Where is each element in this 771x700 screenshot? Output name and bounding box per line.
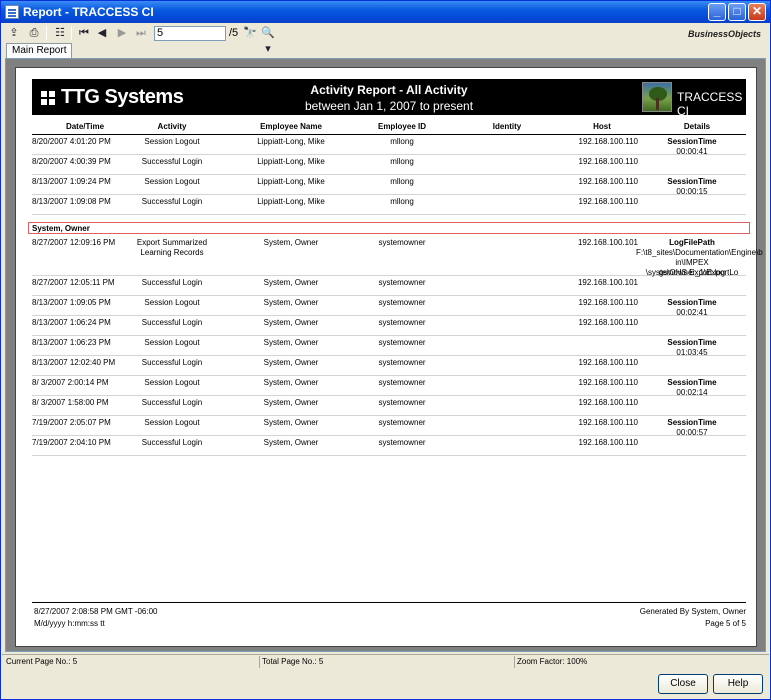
report-subtitle: between Jan 1, 2007 to present	[304, 99, 474, 113]
status-bar: Current Page No.: 5 Total Page No.: 5 Zo…	[2, 654, 769, 668]
page-number-input[interactable]: 5	[154, 26, 226, 41]
find-icon[interactable]: 🔭	[242, 25, 258, 41]
report-window: Report - TRACCESS CI _ □ ✕ ⇪ ⎙ ☷ ⏮ ◀ ▶ ⏭…	[0, 0, 771, 700]
table-row: 8/20/2007 4:01:20 PM Session Logout Lipp…	[32, 135, 746, 156]
table-row: 8/13/2007 12:02:40 PM Successful Login S…	[32, 356, 746, 376]
col-date: Date/Time	[65, 122, 105, 131]
toolbar-separator	[71, 26, 72, 40]
status-current-page: Current Page No.: 5	[6, 657, 78, 666]
status-zoom: Zoom Factor: 100%	[517, 657, 588, 666]
zoom-icon[interactable]: 🔍▾	[260, 25, 276, 55]
maximize-button[interactable]: □	[728, 3, 746, 21]
last-page-icon[interactable]: ⏭	[133, 25, 149, 41]
dialog-buttons: Close Help	[2, 669, 769, 699]
table-row: 8/20/2007 4:00:39 PM Successful Login Li…	[32, 155, 746, 175]
col-identity: Identity	[492, 122, 522, 131]
report-viewer: TTG Systems Activity Report - All Activi…	[5, 58, 766, 652]
minimize-button[interactable]: _	[708, 3, 726, 21]
page-total-label: /5	[229, 27, 239, 39]
window-title: Report - TRACCESS CI	[23, 5, 154, 19]
report-title: Activity Report - All Activity	[310, 83, 468, 97]
footer-timestamp: 8/27/2007 2:08:58 PM GMT -06:00	[34, 607, 158, 616]
group-tree-icon[interactable]: ☷	[52, 25, 68, 41]
footer-divider	[32, 602, 746, 603]
title-bar: Report - TRACCESS CI _ □ ✕	[1, 1, 770, 23]
col-activity: Activity	[157, 122, 187, 131]
businessobjects-logo: BusinessObjects	[687, 29, 761, 39]
report-banner: TTG Systems Activity Report - All Activi…	[32, 79, 746, 118]
table-row: 8/27/2007 12:09:16 PM Export Summarized …	[32, 238, 763, 277]
report-toolbar: ⇪ ⎙ ☷ ⏮ ◀ ▶ ⏭ 5 /5 🔭 🔍▾ BusinessObjects	[2, 23, 769, 55]
table-row: 7/19/2007 2:05:07 PM Session Logout Syst…	[32, 416, 746, 437]
table-row: 8/13/2007 1:06:24 PM Successful Login Sy…	[32, 316, 746, 336]
footer-generated-by: Generated By System, Owner	[639, 607, 746, 616]
footer-page: Page 5 of 5	[705, 619, 746, 628]
table-row: 8/13/2007 1:09:05 PM Session Logout Syst…	[32, 296, 746, 317]
table-row: 7/19/2007 2:04:10 PM Successful Login Sy…	[32, 436, 746, 456]
print-icon[interactable]: ⎙	[26, 25, 42, 41]
close-window-button[interactable]: ✕	[748, 3, 766, 21]
close-button[interactable]: Close	[658, 674, 708, 694]
col-employee: Employee Name	[260, 122, 322, 131]
product-brand: TRACCESS CI	[677, 90, 743, 118]
table-row: 8/27/2007 12:05:11 PM Successful Login S…	[32, 276, 746, 296]
col-details: Details	[683, 122, 711, 131]
table-row: 8/ 3/2007 1:58:00 PM Successful Login Sy…	[32, 396, 746, 416]
first-page-icon[interactable]: ⏮	[76, 25, 92, 41]
table-row: 8/13/2007 1:09:08 PM Successful Login Li…	[32, 195, 746, 215]
toolbar-separator	[46, 26, 47, 40]
tab-main-report[interactable]: Main Report	[6, 43, 73, 59]
help-button[interactable]: Help	[713, 674, 763, 694]
export-icon[interactable]: ⇪	[6, 25, 22, 41]
status-total-page: Total Page No.: 5	[262, 657, 324, 666]
prev-page-icon[interactable]: ◀	[94, 25, 110, 41]
group-header-label: System, Owner	[32, 224, 90, 233]
report-tabs: Main Report	[2, 43, 769, 59]
status-separator	[514, 656, 515, 668]
group-header[interactable]: System, Owner	[28, 222, 750, 234]
table-row: 8/13/2007 1:09:24 PM Session Logout Lipp…	[32, 175, 746, 196]
footer-format: M/d/yyyy h:mm:ss tt	[34, 619, 105, 628]
col-employee-id: Employee ID	[377, 122, 426, 131]
table-row: 8/13/2007 1:06:23 PM Session Logout Syst…	[32, 336, 746, 357]
next-page-icon[interactable]: ▶	[114, 25, 130, 41]
col-host: Host	[593, 122, 611, 131]
table-row: 8/ 3/2007 2:00:14 PM Session Logout Syst…	[32, 376, 746, 397]
status-separator	[259, 656, 260, 668]
tree-logo-icon	[642, 82, 672, 112]
report-app-icon	[5, 5, 19, 19]
report-page: TTG Systems Activity Report - All Activi…	[15, 67, 763, 647]
column-headers: Date/Time Activity Employee Name Employe…	[32, 121, 746, 135]
